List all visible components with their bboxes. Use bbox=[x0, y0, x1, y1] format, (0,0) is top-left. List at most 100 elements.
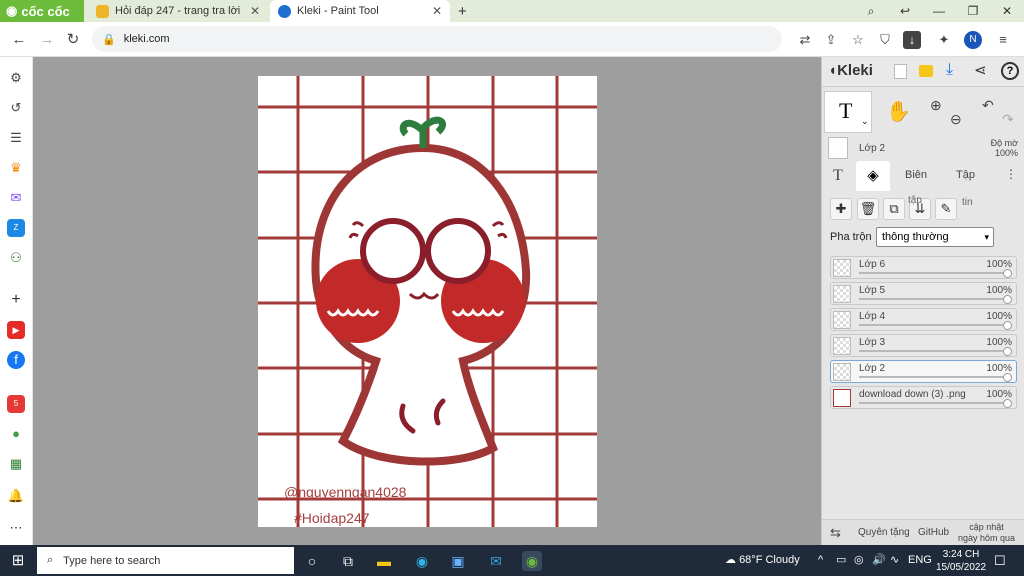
wifi-icon[interactable]: ∿ bbox=[890, 545, 899, 576]
weather-widget[interactable]: ☁ 68°F Cloudy bbox=[725, 545, 800, 576]
windows-start-icon[interactable]: ⊞ bbox=[8, 551, 28, 571]
youtube-icon[interactable]: ▶ bbox=[7, 321, 25, 339]
new-image-icon[interactable] bbox=[894, 64, 907, 79]
messenger-icon[interactable]: ✉ bbox=[7, 189, 25, 207]
maximize-button[interactable]: ❐ bbox=[956, 0, 990, 22]
clock[interactable]: 3:24 CH 15/05/2022 bbox=[936, 548, 986, 579]
layer-opacity-slider[interactable] bbox=[859, 402, 1008, 404]
settings-gear-icon[interactable]: ⚙ bbox=[7, 69, 25, 87]
forward-button[interactable]: → bbox=[37, 30, 57, 50]
reload-button[interactable]: ↻ bbox=[63, 30, 83, 50]
close-tab-icon[interactable]: ✕ bbox=[250, 4, 260, 18]
back-history-icon[interactable]: ↩ bbox=[888, 0, 922, 22]
notification-bell-icon[interactable]: 🔔 bbox=[7, 487, 25, 505]
store-icon[interactable]: ▣ bbox=[448, 551, 468, 571]
more-options-icon[interactable]: ⋮ bbox=[1005, 167, 1017, 181]
back-button[interactable]: ← bbox=[9, 30, 29, 50]
layer-opacity-slider[interactable] bbox=[859, 298, 1008, 300]
open-folder-icon[interactable] bbox=[919, 65, 933, 77]
share-icon[interactable]: ⋖ bbox=[974, 61, 987, 79]
language-indicator[interactable]: ENG bbox=[908, 545, 932, 576]
tab-edit[interactable]: Biên bbox=[905, 169, 927, 181]
profile-avatar[interactable]: N bbox=[964, 31, 982, 49]
tray-chevron-icon[interactable]: ^ bbox=[818, 545, 823, 576]
share-icon[interactable]: ⇪ bbox=[822, 31, 840, 49]
translate-icon[interactable]: ⇄ bbox=[796, 31, 814, 49]
reading-list-icon[interactable]: ☰ bbox=[7, 129, 25, 147]
redo-icon[interactable]: ↷ bbox=[1002, 111, 1014, 128]
rename-layer-button[interactable]: ✎ bbox=[935, 198, 957, 220]
game-controller-icon[interactable]: ⚇ bbox=[7, 249, 25, 267]
tab-layers[interactable]: ◈ bbox=[856, 161, 890, 191]
canvas-workspace[interactable]: @nguyenngan4028 #Hoidap247 bbox=[33, 57, 821, 545]
swap-panel-icon[interactable]: ⇆ bbox=[830, 525, 841, 541]
hand-tool-icon[interactable]: ✋ bbox=[886, 99, 911, 124]
layer-item-2[interactable]: Lớp 2 100% bbox=[830, 360, 1017, 383]
slider-knob[interactable] bbox=[1003, 269, 1012, 278]
mail-icon[interactable]: ✉ bbox=[486, 551, 506, 571]
delete-layer-button[interactable]: 🗑 bbox=[857, 198, 879, 220]
close-window-button[interactable]: ✕ bbox=[990, 0, 1024, 22]
text-tool-button[interactable]: T ⌄ bbox=[824, 91, 872, 133]
undo-icon[interactable]: ↶ bbox=[982, 97, 994, 114]
screenshot-icon[interactable]: ⌕ bbox=[854, 0, 888, 22]
facebook-icon[interactable]: f bbox=[7, 351, 25, 369]
layer-item-4[interactable]: Lớp 4 100% bbox=[830, 308, 1017, 331]
zoom-out-icon[interactable]: ⊖ bbox=[950, 111, 962, 128]
save-download-icon[interactable]: ⤓ bbox=[946, 61, 953, 79]
shield-icon[interactable]: ⛉ bbox=[876, 31, 894, 49]
layer-item-3[interactable]: Lớp 3 100% bbox=[830, 334, 1017, 357]
browser-brand[interactable]: ◉ cốc cốc bbox=[0, 0, 84, 22]
layer-opacity-slider[interactable] bbox=[859, 376, 1008, 378]
menu-icon[interactable]: ≡ bbox=[994, 31, 1012, 49]
zoom-in-icon[interactable]: ⊕ bbox=[930, 97, 942, 114]
drawing-canvas[interactable]: @nguyenngan4028 #Hoidap247 bbox=[258, 76, 597, 527]
slider-knob[interactable] bbox=[1003, 373, 1012, 382]
layer-opacity-slider[interactable] bbox=[859, 272, 1008, 274]
donate-link[interactable]: Quyên tặng bbox=[858, 527, 910, 538]
add-layer-button[interactable]: ✚ bbox=[830, 198, 852, 220]
cortana-icon[interactable]: ○ bbox=[302, 551, 322, 571]
layer-item-6[interactable]: Lớp 6 100% bbox=[830, 256, 1017, 279]
tab-file[interactable]: Tập bbox=[956, 169, 975, 181]
layer-item-background[interactable]: download down (3) .png 100% bbox=[830, 386, 1017, 409]
layer-opacity-slider[interactable] bbox=[859, 350, 1008, 352]
slider-knob[interactable] bbox=[1003, 295, 1012, 304]
github-link[interactable]: GitHub bbox=[918, 527, 949, 538]
minimize-button[interactable]: — bbox=[922, 0, 956, 22]
help-icon[interactable]: ? bbox=[1001, 62, 1019, 80]
duplicate-layer-button[interactable]: ⧉ bbox=[883, 198, 905, 220]
shopping-icon[interactable]: 5 bbox=[7, 395, 25, 413]
volume-icon[interactable]: 🔊 bbox=[872, 545, 886, 576]
slider-knob[interactable] bbox=[1003, 399, 1012, 408]
file-explorer-icon[interactable]: ▬ bbox=[374, 551, 394, 571]
task-view-icon[interactable]: ⧉ bbox=[338, 551, 358, 571]
spreadsheet-icon[interactable]: ▦ bbox=[7, 455, 25, 473]
crown-icon[interactable]: ♛ bbox=[7, 159, 25, 177]
tab-text-settings[interactable]: T bbox=[833, 167, 843, 185]
battery-icon[interactable]: ▭ bbox=[836, 545, 846, 576]
zalo-icon[interactable]: Z bbox=[7, 219, 25, 237]
meet-icon[interactable]: ◎ bbox=[854, 545, 864, 576]
kleki-logo[interactable]: ◖Kleki bbox=[828, 62, 873, 79]
close-tab-icon[interactable]: ✕ bbox=[432, 4, 442, 18]
new-tab-button[interactable]: + bbox=[450, 0, 470, 22]
add-icon[interactable]: + bbox=[7, 291, 25, 309]
history-icon[interactable]: ↺ bbox=[7, 99, 25, 117]
tab-kleki[interactable]: Kleki - Paint Tool ✕ bbox=[270, 0, 450, 22]
slider-knob[interactable] bbox=[1003, 321, 1012, 330]
notification-icon[interactable]: ☐ bbox=[994, 545, 1006, 576]
edge-icon[interactable]: ◉ bbox=[412, 551, 432, 571]
taskbar-search[interactable]: ⌕ Type here to search bbox=[37, 547, 294, 574]
download-icon[interactable]: ↓ bbox=[903, 31, 921, 49]
blend-mode-select[interactable]: thông thường ▾ bbox=[876, 227, 994, 247]
tab-hoidap247[interactable]: Hỏi đáp 247 - trang tra lời ✕ bbox=[88, 0, 268, 22]
update-info[interactable]: cập nhật ngày hôm qua bbox=[958, 522, 1015, 544]
layer-item-5[interactable]: Lớp 5 100% bbox=[830, 282, 1017, 305]
extensions-icon[interactable]: ✦ bbox=[935, 31, 953, 49]
chat-icon[interactable]: ● bbox=[7, 425, 25, 443]
slider-knob[interactable] bbox=[1003, 347, 1012, 356]
layer-opacity-slider[interactable] bbox=[859, 324, 1008, 326]
coccoc-taskbar-icon[interactable]: ◉ bbox=[522, 551, 542, 571]
url-field[interactable]: 🔒 kleki.com bbox=[92, 26, 782, 52]
